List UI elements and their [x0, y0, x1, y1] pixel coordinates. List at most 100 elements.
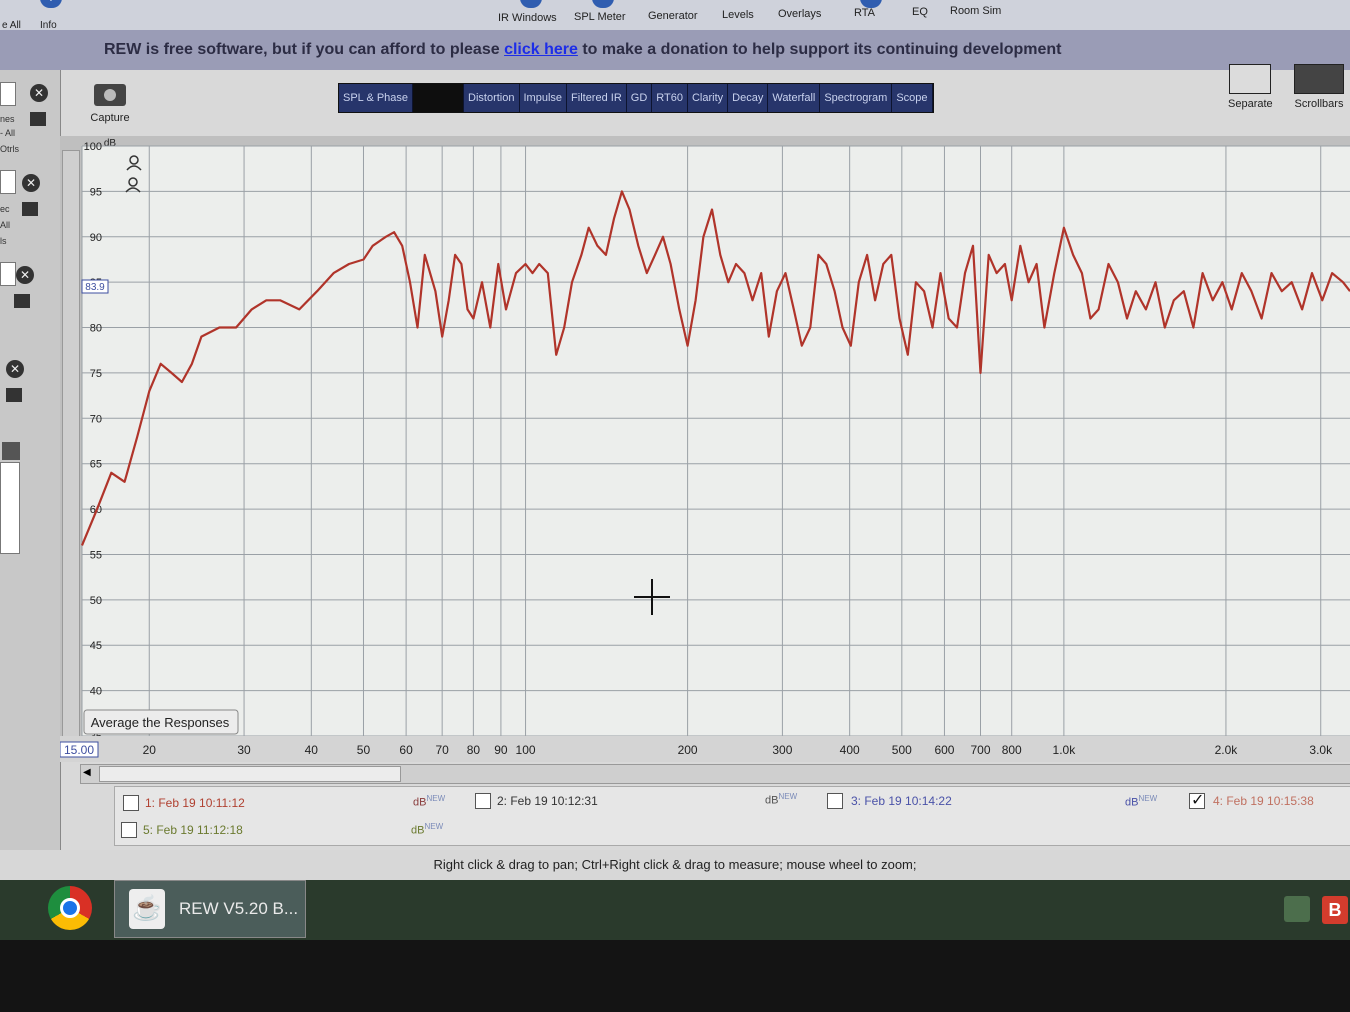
y-tick-label: 55: [90, 549, 102, 561]
check-icon: ✓: [1191, 792, 1205, 809]
x-tick-label: 1.0k: [1053, 743, 1077, 757]
b-tray-icon[interactable]: B: [1322, 896, 1348, 924]
y-tick-label: 45: [90, 640, 102, 652]
x-tick-label: 500: [892, 743, 912, 757]
banner-suffix: to make a donation to help support its c…: [577, 41, 1062, 58]
x-tick-label: 300: [772, 743, 792, 757]
toolbar-generator[interactable]: Generator: [648, 10, 698, 22]
scroll-left-icon[interactable]: ◀: [83, 767, 91, 778]
frequency-response-chart[interactable]: dB 10095908580757065605550454035 83.9 Av…: [0, 130, 1350, 750]
y-tick-label: 95: [90, 186, 102, 198]
tab-spl-phase[interactable]: SPL & Phase: [339, 84, 414, 112]
graph-tabs: SPL & Phase Distortion Impulse Filtered …: [338, 83, 934, 113]
taskbar-rew-app[interactable]: ☕ REW V5.20 B...: [114, 880, 306, 938]
x-tick-label: 40: [305, 743, 319, 757]
tab-decay[interactable]: Decay: [728, 84, 769, 112]
close-icon[interactable]: ✕: [30, 84, 48, 102]
x-tick-label: 400: [840, 743, 860, 757]
measurement-5-unit: dBNEW: [411, 822, 444, 837]
x-tick-label: 30: [237, 743, 251, 757]
x-tick-label: 90: [494, 743, 508, 757]
capture-label: Capture: [90, 112, 130, 124]
measurement-1-label[interactable]: 1: Feb 19 10:11:12: [145, 796, 245, 810]
toolbar-levels[interactable]: Levels: [722, 9, 754, 21]
tab-scope[interactable]: Scope: [892, 84, 933, 112]
main-toolbar: e All i Info IR Windows SPL Meter Genera…: [0, 0, 1350, 31]
horizontal-scrollbar[interactable]: ◀: [80, 764, 1350, 784]
y-tick-label: 100: [84, 141, 102, 153]
tab-rt60[interactable]: RT60: [652, 84, 688, 112]
measurement-1-checkbox[interactable]: [123, 795, 139, 811]
java-icon: ☕: [129, 889, 165, 929]
y-tick-label: 90: [90, 232, 102, 244]
x-tick-label: 50: [357, 743, 371, 757]
toolbar-room-sim[interactable]: Room Sim: [950, 5, 1001, 17]
donation-banner: REW is free software, but if you can aff…: [0, 30, 1350, 70]
measurement-4-checkbox[interactable]: ✓: [1189, 792, 1205, 809]
tab-impulse[interactable]: Impulse: [519, 84, 568, 112]
capture-button[interactable]: Capture: [88, 84, 132, 124]
separate-button[interactable]: Separate: [1228, 64, 1273, 110]
x-tick-label: 200: [678, 743, 698, 757]
measurement-3-label[interactable]: 3: Feb 19 10:14:22: [851, 794, 952, 808]
x-tick-label: 2.0k: [1215, 743, 1239, 757]
measurement-2-unit: dBNEW: [765, 792, 798, 807]
chrome-icon[interactable]: [48, 886, 92, 930]
measurement-5-checkbox[interactable]: [121, 822, 137, 838]
x-axis-area: 15.00 20 30 40 50 60 70 80 90 100 200 300 400 500 600 7…: [59, 736, 1350, 762]
tab-distortion[interactable]: Distortion: [464, 84, 520, 112]
measurement-4-label[interactable]: 4: Feb 19 10:15:38: [1213, 794, 1314, 808]
measurement-legend: 1: Feb 19 10:11:12 dBNEW 2: Feb 19 10:12…: [114, 786, 1350, 846]
measurement-5-label[interactable]: 5: Feb 19 11:12:18: [143, 823, 243, 837]
x-tick-label: 100: [516, 743, 536, 757]
cursor-readout-text: 83.9: [85, 282, 105, 293]
panel-box[interactable]: [0, 82, 16, 106]
banner-prefix: REW is free software, but if you can aff…: [104, 41, 505, 58]
ir-windows-icon[interactable]: [520, 0, 542, 8]
x-tick-label: 60: [399, 743, 413, 757]
spl-meter-icon[interactable]: [592, 0, 614, 8]
measurement-1-unit: dBNEW: [413, 794, 446, 809]
donation-link[interactable]: click here: [504, 41, 578, 58]
tab-clarity[interactable]: Clarity: [687, 84, 729, 112]
tab-spectrogram[interactable]: Spectrogram: [820, 84, 893, 112]
toolbar-spl-meter[interactable]: SPL Meter: [574, 11, 626, 23]
measurement-3-checkbox[interactable]: [827, 793, 843, 809]
y-axis-unit-label: dB: [104, 138, 117, 149]
camera-icon: [94, 84, 126, 106]
x-tick-label: 20: [143, 743, 157, 757]
x-tick-label: 600: [934, 743, 954, 757]
tab-waterfall[interactable]: Waterfall: [768, 84, 821, 112]
separate-label: Separate: [1228, 98, 1273, 110]
nvidia-tray-icon[interactable]: [1284, 896, 1310, 922]
average-responses-button[interactable]: Average the Responses: [83, 709, 239, 735]
toolbar-ir-windows[interactable]: IR Windows: [498, 12, 557, 24]
cursor-readout: 83.9: [81, 279, 109, 294]
toolbar-rta[interactable]: RTA: [854, 7, 875, 19]
x-tick-label: 80: [467, 743, 481, 757]
y-tick-label: 40: [90, 686, 102, 698]
toolbar-eq[interactable]: EQ: [912, 6, 928, 18]
tab-filtered-ir[interactable]: Filtered IR: [567, 84, 627, 112]
save-icon[interactable]: [30, 112, 46, 126]
measurement-2-label[interactable]: 2: Feb 19 10:12:31: [497, 794, 598, 808]
x-tick-label: 70: [435, 743, 449, 757]
y-tick-label: 65: [90, 459, 102, 471]
x-tick-label: 800: [1002, 743, 1022, 757]
taskbar-app-label: REW V5.20 B...: [179, 899, 299, 918]
rew-window: e All i Info IR Windows SPL Meter Genera…: [0, 0, 1350, 880]
average-button-label: Average the Responses: [91, 715, 230, 730]
tab-gd[interactable]: GD: [626, 84, 653, 112]
toolbar-overlays[interactable]: Overlays: [778, 8, 821, 20]
measurement-2-checkbox[interactable]: [475, 793, 491, 809]
info-icon[interactable]: i: [40, 0, 62, 8]
y-tick-label: 75: [90, 368, 102, 380]
scrollbars-button[interactable]: Scrollbars: [1294, 64, 1344, 110]
tab-active-blank[interactable]: [413, 84, 465, 112]
x-tick-label: 700: [970, 743, 990, 757]
x-axis: 15.00 20 30 40 50 60 70 80 90 100 200 300 400 500 600 7…: [59, 741, 1333, 758]
screen-bezel: [0, 940, 1350, 1012]
separate-icon: [1229, 64, 1272, 94]
panel-label: nes: [0, 114, 15, 124]
scroll-thumb[interactable]: [99, 766, 401, 782]
